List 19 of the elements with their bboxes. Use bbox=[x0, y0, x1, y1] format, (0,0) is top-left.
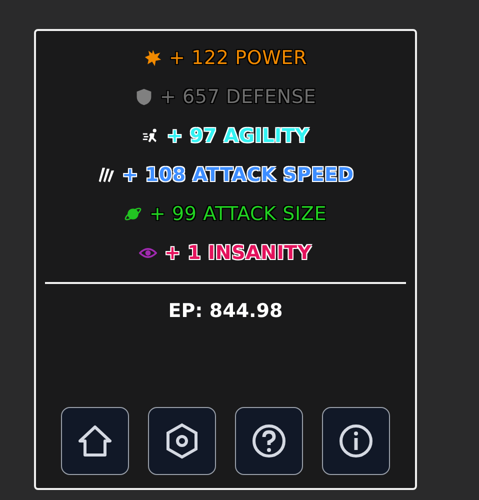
planet-icon bbox=[124, 205, 142, 223]
stat-text: + 122 POWER bbox=[169, 47, 307, 69]
burst-icon bbox=[144, 49, 162, 67]
info-button[interactable] bbox=[322, 407, 390, 475]
help-button[interactable] bbox=[235, 407, 303, 475]
stat-text: + 657 DEFENSE bbox=[160, 86, 316, 108]
home-icon bbox=[78, 426, 112, 456]
claw-icon bbox=[97, 166, 116, 184]
stat-text: + 99 ATTACK SIZE bbox=[149, 203, 326, 225]
settings-button[interactable] bbox=[148, 407, 216, 475]
stat-text: + 97 AGILITY bbox=[166, 125, 310, 147]
stat-text: + 1 INSANITY bbox=[164, 242, 312, 264]
help-icon bbox=[252, 424, 286, 458]
stat-text: + 108 ATTACK SPEED bbox=[122, 164, 354, 186]
info-icon bbox=[340, 424, 372, 458]
ep-value: EP: 844.98 bbox=[168, 300, 283, 322]
home-button[interactable] bbox=[61, 407, 129, 475]
shield-icon bbox=[134, 88, 153, 106]
settings-icon bbox=[166, 423, 198, 459]
